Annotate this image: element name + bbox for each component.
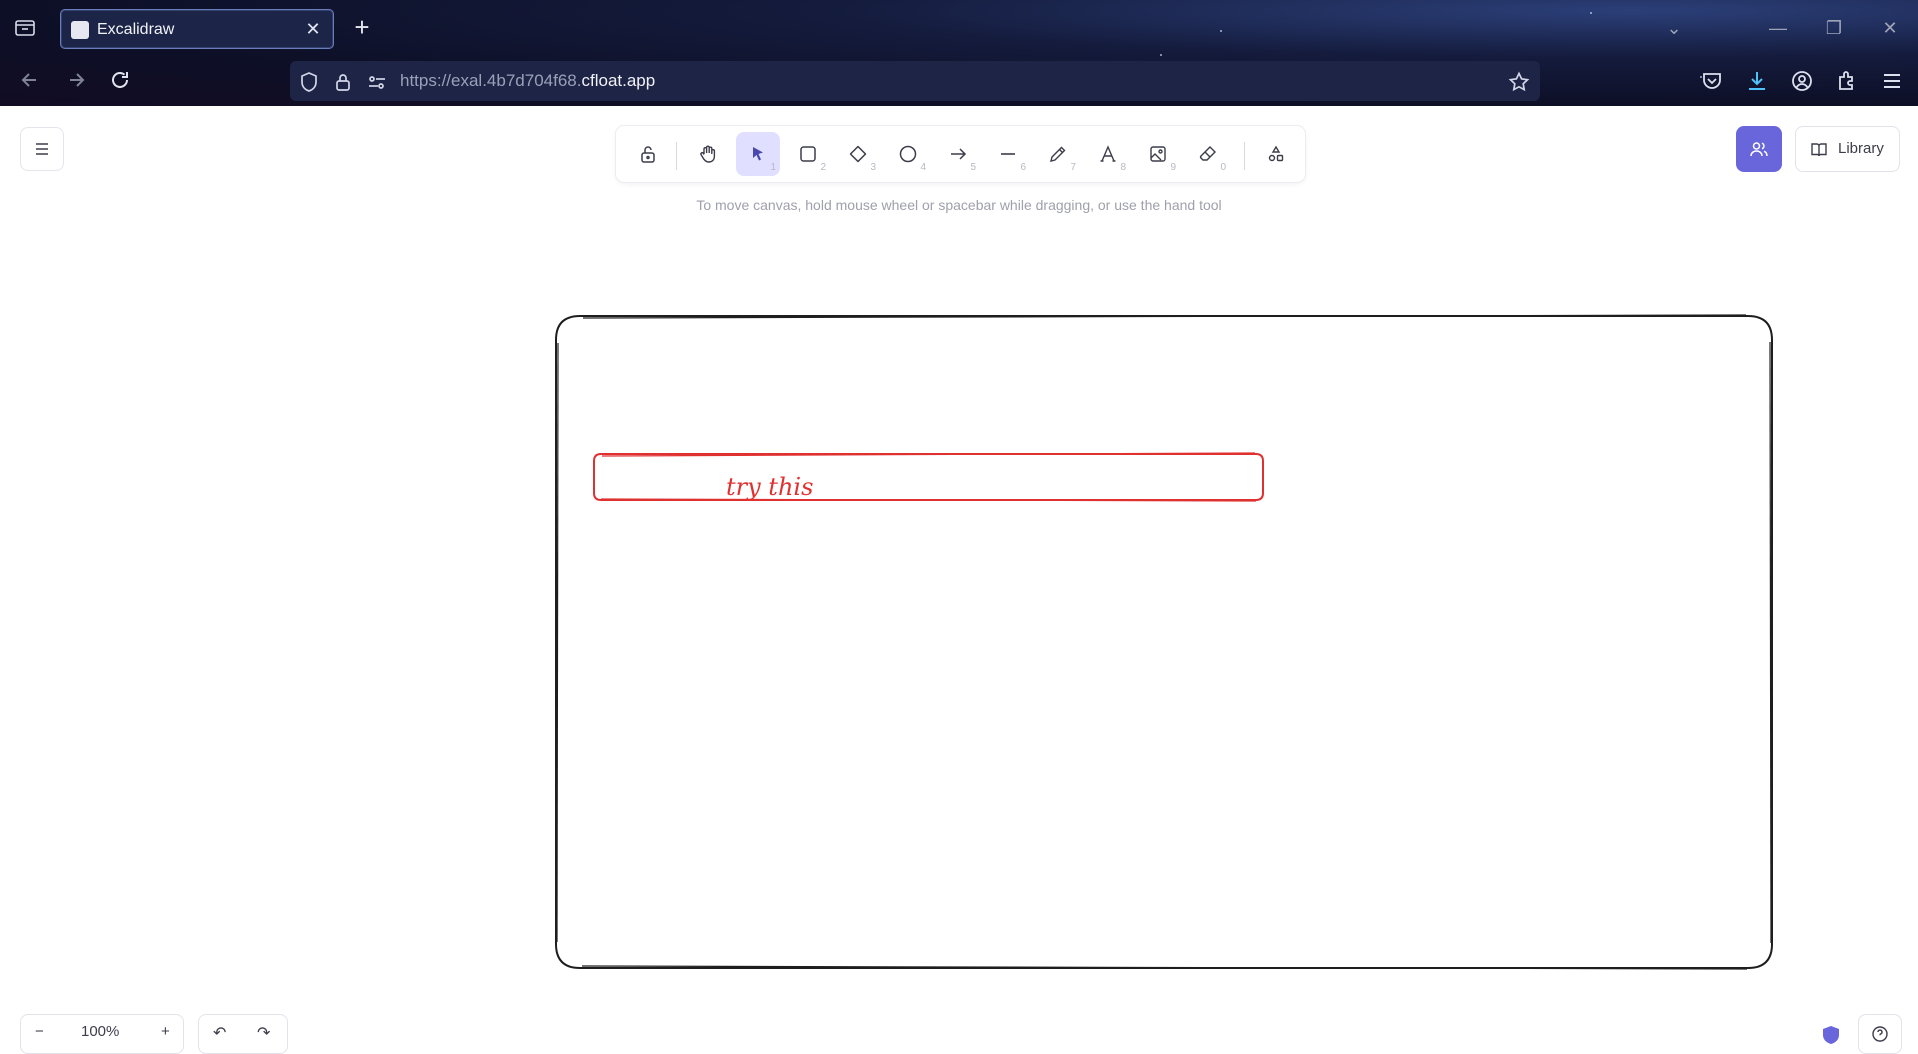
canvas-text-label[interactable]: try this [726, 473, 813, 501]
shapes-library-icon [1268, 145, 1284, 162]
hamburger-icon [36, 143, 48, 155]
tool-line[interactable]: 6 [986, 132, 1030, 176]
tab-close-icon[interactable]: ✕ [303, 19, 323, 39]
drawing-canvas[interactable]: try this [0, 106, 1918, 1032]
tool-eraser[interactable]: 0 [1186, 132, 1230, 176]
download-icon[interactable] [1745, 69, 1769, 93]
new-tab-button[interactable]: + [348, 14, 376, 42]
line-icon [1001, 153, 1015, 155]
library-button[interactable]: Library [1795, 126, 1900, 172]
image-icon [1150, 146, 1166, 162]
rectangle-icon [800, 146, 816, 162]
tool-rectangle[interactable]: 2 [786, 132, 830, 176]
pencil-icon [1050, 146, 1066, 162]
help-icon [1872, 1026, 1888, 1042]
collaborate-button[interactable] [1736, 126, 1782, 172]
forward-icon[interactable] [62, 66, 90, 94]
main-menu-button[interactable] [20, 127, 64, 171]
selection-arrow-icon [753, 147, 763, 161]
extensions-icon[interactable] [1835, 69, 1859, 93]
shield-icon[interactable] [298, 71, 320, 93]
tool-selection[interactable]: 1 [736, 132, 780, 176]
back-icon[interactable] [16, 66, 44, 94]
pocket-icon[interactable] [1700, 69, 1724, 93]
tool-diamond[interactable]: 3 [836, 132, 880, 176]
background-star [1590, 12, 1592, 14]
url-text[interactable]: https://exal.4b7d704f68.cfloat.app [400, 71, 655, 91]
menu-icon[interactable] [1880, 69, 1904, 93]
ellipse-icon [899, 145, 917, 163]
excalidraw-favicon-icon [71, 21, 89, 39]
toolbar-separator [676, 142, 677, 170]
list-all-tabs-icon[interactable]: ⌄ [1660, 14, 1688, 42]
toolbar-separator [1244, 142, 1245, 170]
lock-icon[interactable] [332, 71, 354, 93]
tool-arrow[interactable]: 5 [936, 132, 980, 176]
tab-list-icon[interactable] [14, 18, 36, 38]
tool-extra-tools[interactable] [1254, 132, 1298, 176]
tool-lock[interactable] [626, 132, 670, 176]
close-window-button[interactable]: ✕ [1876, 14, 1904, 42]
browser-tab[interactable]: Excalidraw ✕ [60, 9, 334, 49]
tab-title: Excalidraw [97, 21, 175, 38]
shield-badge-icon[interactable] [1820, 1024, 1842, 1046]
library-label: Library [1838, 140, 1884, 157]
history-controls: ↶ ↷ [198, 1014, 288, 1054]
zoom-controls: − 100% + [20, 1014, 184, 1054]
address-bar[interactable]: https://exal.4b7d704f68.cfloat.app [290, 61, 1540, 101]
undo-button[interactable]: ↶ [213, 1023, 226, 1043]
reload-icon[interactable] [106, 66, 134, 94]
help-button[interactable] [1858, 1014, 1902, 1054]
canvas-rectangle-red[interactable] [593, 453, 1264, 501]
permissions-icon[interactable] [366, 71, 388, 93]
tool-text[interactable]: 8 [1086, 132, 1130, 176]
tool-image[interactable]: 9 [1136, 132, 1180, 176]
bookmark-star-icon[interactable] [1508, 71, 1530, 93]
book-icon [1811, 143, 1827, 157]
minimize-button[interactable]: — [1764, 14, 1792, 42]
shapes-toolbar: 1 2 3 4 5 6 7 8 9 0 [616, 126, 1305, 182]
tool-draw[interactable]: 7 [1036, 132, 1080, 176]
diamond-icon [849, 145, 867, 163]
excalidraw-app: try this 1 2 3 4 5 6 7 8 9 0 To move can… [0, 106, 1918, 1054]
text-icon [1100, 145, 1116, 162]
hand-icon [700, 145, 716, 163]
restore-button[interactable]: ❐ [1820, 14, 1848, 42]
arrow-icon [951, 148, 967, 160]
browser-chrome: Excalidraw ✕ + ⌄ — ❐ ✕ https://exal.4b7d… [0, 0, 1918, 106]
eraser-icon [1199, 146, 1216, 161]
tool-ellipse[interactable]: 4 [886, 132, 930, 176]
users-icon [1750, 142, 1768, 157]
background-star [1220, 30, 1222, 32]
canvas-hint: To move canvas, hold mouse wheel or spac… [696, 197, 1222, 213]
redo-button[interactable]: ↷ [257, 1023, 270, 1043]
tool-hand[interactable] [686, 132, 730, 176]
background-star [1160, 54, 1162, 56]
unlock-icon [641, 146, 655, 163]
canvas-rectangle-black[interactable] [555, 315, 1773, 969]
account-icon[interactable] [1790, 69, 1814, 93]
